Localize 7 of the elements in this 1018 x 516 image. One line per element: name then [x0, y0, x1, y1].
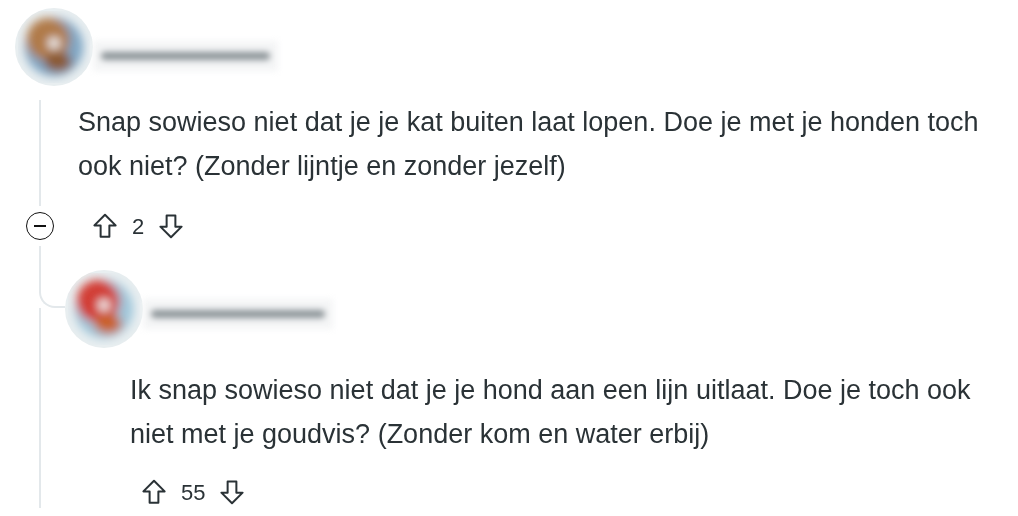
thread-connector	[39, 246, 65, 308]
upvote-icon[interactable]	[139, 477, 169, 507]
upvote-icon[interactable]	[90, 211, 120, 241]
comment-text: Snap sowieso niet dat je je kat buiten laat lopen. Doe je met je honden toch ook niet? (Zonder lijntje en zonder jezelf)	[78, 106, 980, 183]
vote-count: 2	[132, 212, 145, 241]
comment-text: Ik snap sowieso niet dat je je hond aan een lijn uitlaat. Doe je toch ook niet met je goudvis? (Zonder kom en water erbij)	[130, 374, 972, 451]
vote-count: 55	[181, 478, 206, 507]
